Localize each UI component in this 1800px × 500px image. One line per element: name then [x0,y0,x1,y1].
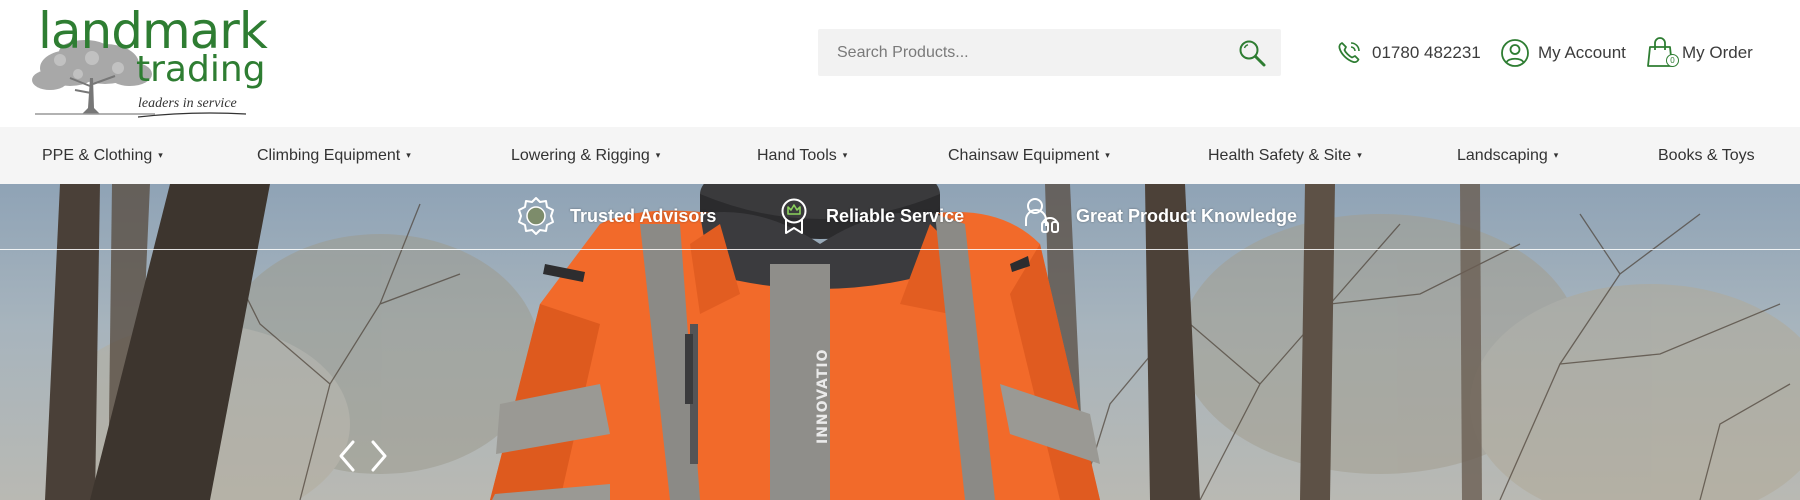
nav-label: Books & Toys [1658,146,1755,164]
main-navigation: PPE & Clothing ▾ Climbing Equipment ▾ Lowe… [0,127,1800,184]
cart-icon-wrapper: 0 [1646,36,1680,70]
nav-item-landscaping[interactable]: Landscaping ▾ [1457,127,1558,184]
headset-icon [1025,198,1059,233]
chevron-down-icon: ▾ [842,150,848,160]
phone-link[interactable]: 01780 482231 [1334,36,1481,70]
nav-item-climbing-equipment[interactable]: Climbing Equipment ▾ [257,127,411,184]
logo-swoosh [137,112,247,118]
award-badge-icon [781,198,807,234]
chevron-left-icon[interactable] [335,438,359,474]
chevron-right-icon[interactable] [367,438,391,474]
my-order-label: My Order [1682,43,1753,62]
chevron-down-icon: ▾ [406,150,411,160]
site-logo[interactable]: landmark trading leaders in service [30,6,268,120]
user-icon [1501,39,1529,67]
chevron-down-icon: ▾ [1105,150,1110,160]
site-header: landmark trading leaders in service 0178… [0,0,1800,127]
usp-trusted-advisors: Trusted Advisors [516,196,716,236]
usp-great-product-knowledge: Great Product Knowledge [1022,196,1297,236]
phone-icon [1338,42,1360,64]
my-order-link[interactable]: 0 My Order [1646,36,1753,70]
usp-label: Trusted Advisors [570,205,717,226]
search-bar [818,29,1281,76]
nav-item-chainsaw-equipment[interactable]: Chainsaw Equipment ▾ [948,127,1110,184]
usp-label: Great Product Knowledge [1076,205,1298,226]
nav-label: Climbing Equipment [257,146,401,164]
search-input[interactable] [818,29,1218,76]
nav-label: Health Safety & Site [1208,146,1352,164]
cart-count-badge: 0 [1666,54,1679,67]
nav-label: Hand Tools [757,146,837,164]
jacket-brand-label: INNOVATIO [815,348,831,444]
nav-label: PPE & Clothing [42,146,153,164]
chevron-down-icon: ▾ [1553,150,1559,160]
my-account-link[interactable]: My Account [1500,36,1626,70]
nav-item-hand-tools[interactable]: Hand Tools ▾ [757,127,847,184]
phone-number: 01780 482231 [1372,43,1481,62]
hero-banner: Trusted Advisors Reliable Service Great … [0,184,1800,500]
chevron-down-icon: ▾ [158,150,163,160]
usp-reliable-service: Reliable Service [776,196,964,236]
chevron-down-icon: ▾ [655,150,661,160]
nav-item-lowering-rigging[interactable]: Lowering & Rigging ▾ [511,127,660,184]
nav-label: Lowering & Rigging [511,146,650,164]
logo-tagline: leaders in service [138,96,237,111]
chevron-down-icon: ▾ [1357,150,1362,160]
usp-label: Reliable Service [826,205,965,226]
logo-text-trading: trading [136,49,266,90]
search-icon[interactable] [1237,38,1267,68]
nav-item-books-toys[interactable]: Books & Toys [1658,127,1755,184]
rosette-icon [518,197,554,235]
nav-label: Landscaping [1457,146,1548,164]
nav-item-ppe-clothing[interactable]: PPE & Clothing ▾ [42,127,163,184]
nav-item-health-safety-site[interactable]: Health Safety & Site ▾ [1208,127,1362,184]
usp-bar: Trusted Advisors Reliable Service Great … [0,184,1800,250]
my-account-label: My Account [1538,43,1626,62]
nav-label: Chainsaw Equipment [948,146,1100,164]
